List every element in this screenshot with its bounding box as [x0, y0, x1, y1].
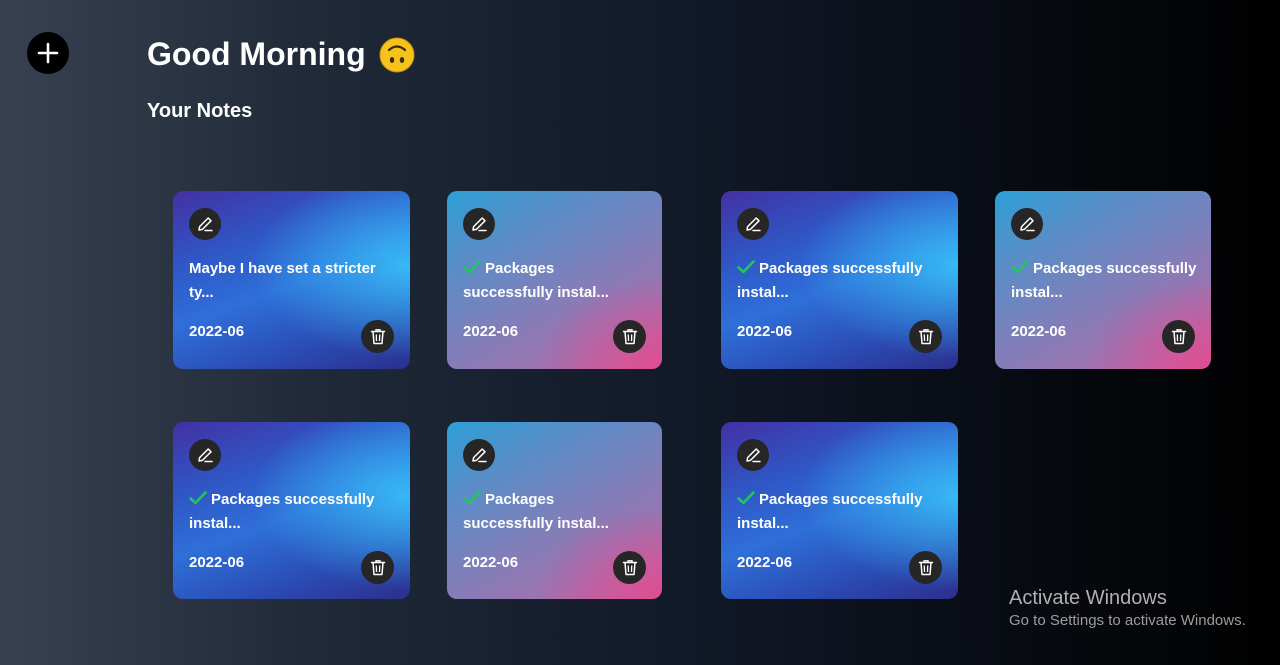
edit-note-button[interactable] [463, 208, 495, 240]
check-icon [463, 491, 481, 505]
edit-note-button[interactable] [189, 208, 221, 240]
note-text: Packages successfully instal... [463, 257, 648, 305]
delete-note-button[interactable] [909, 320, 942, 353]
check-icon [463, 260, 481, 274]
note-date: 2022-06 [463, 323, 519, 340]
note-text-content: Packages successfully instal... [1011, 260, 1197, 301]
pencil-icon [198, 217, 213, 232]
note-card[interactable]: Packages successfully instal... 2022-06 [447, 191, 662, 369]
watermark-title: Activate Windows [1009, 587, 1167, 609]
delete-note-button[interactable] [361, 320, 394, 353]
note-date: 2022-06 [737, 323, 793, 340]
pencil-icon [1020, 217, 1035, 232]
note-text-content: Packages successfully instal... [463, 260, 609, 301]
delete-note-button[interactable] [909, 551, 942, 584]
note-card[interactable]: Maybe I have set a stricter ty... 2022-06 [173, 191, 410, 369]
your-notes-heading: Your Notes [147, 100, 253, 122]
note-text: Packages successfully instal... [737, 257, 944, 305]
trash-icon [918, 329, 933, 345]
edit-note-button[interactable] [1011, 208, 1043, 240]
edit-note-button[interactable] [737, 208, 769, 240]
check-icon [737, 260, 755, 274]
note-text: Packages successfully instal... [737, 488, 944, 536]
edit-note-button[interactable] [737, 439, 769, 471]
upside-down-face-emoji-icon [379, 37, 415, 72]
pencil-icon [472, 217, 487, 232]
add-note-button[interactable] [27, 32, 69, 74]
note-card[interactable]: Packages successfully instal... 2022-06 [721, 422, 958, 599]
trash-icon [370, 560, 385, 576]
note-text-content: Packages successfully instal... [189, 491, 375, 532]
delete-note-button[interactable] [613, 320, 646, 353]
trash-icon [622, 329, 637, 345]
note-card[interactable]: Packages successfully instal... 2022-06 [173, 422, 410, 599]
note-text-content: Packages successfully instal... [737, 491, 923, 532]
greeting-text: Good Morning [147, 36, 366, 72]
pencil-icon [746, 217, 761, 232]
note-text: Packages successfully instal... [463, 488, 648, 536]
delete-note-button[interactable] [1162, 320, 1195, 353]
note-date: 2022-06 [189, 323, 245, 340]
note-date: 2022-06 [463, 554, 519, 571]
edit-note-button[interactable] [463, 439, 495, 471]
check-icon [189, 491, 207, 505]
greeting-heading: Good Morning [147, 36, 415, 73]
check-icon [737, 491, 755, 505]
trash-icon [1171, 329, 1186, 345]
watermark-subtitle: Go to Settings to activate Windows. [1009, 612, 1246, 629]
activate-windows-watermark: Activate Windows Go to Settings to activ… [1009, 586, 1246, 631]
note-card[interactable]: Packages successfully instal... 2022-06 [447, 422, 662, 599]
note-date: 2022-06 [737, 554, 793, 571]
delete-note-button[interactable] [613, 551, 646, 584]
edit-note-button[interactable] [189, 439, 221, 471]
note-text-content: Packages successfully instal... [737, 260, 923, 301]
delete-note-button[interactable] [361, 551, 394, 584]
trash-icon [370, 329, 385, 345]
pencil-icon [746, 448, 761, 463]
trash-icon [918, 560, 933, 576]
plus-icon [37, 42, 59, 64]
note-text-content: Packages successfully instal... [463, 491, 609, 532]
note-text: Maybe I have set a stricter ty... [189, 257, 396, 305]
pencil-icon [198, 448, 213, 463]
note-text: Packages successfully instal... [1011, 257, 1197, 305]
pencil-icon [472, 448, 487, 463]
note-date: 2022-06 [189, 554, 245, 571]
note-card[interactable]: Packages successfully instal... 2022-06 [721, 191, 958, 369]
note-card[interactable]: Packages successfully instal... 2022-06 [995, 191, 1211, 369]
trash-icon [622, 560, 637, 576]
note-date: 2022-06 [1011, 323, 1067, 340]
note-text-content: Maybe I have set a stricter ty... [189, 260, 376, 301]
check-icon [1011, 260, 1029, 274]
note-text: Packages successfully instal... [189, 488, 396, 536]
